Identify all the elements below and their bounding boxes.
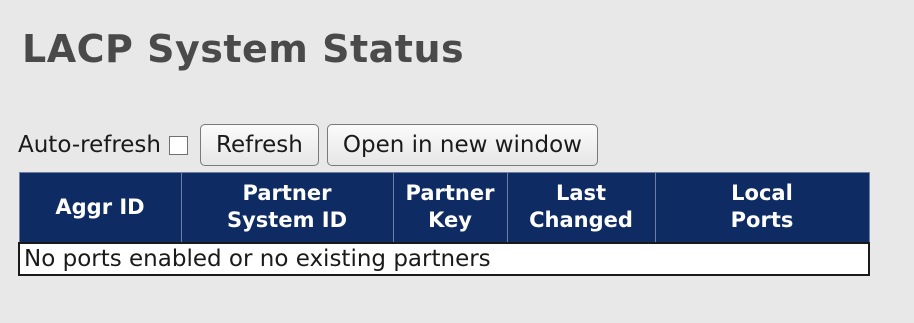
column-header-label: Local: [731, 181, 793, 206]
column-header-partner-key: Partner Key: [392, 172, 508, 243]
column-header-local-ports: Local Ports: [654, 172, 870, 243]
column-header-last-changed: Last Changed: [506, 172, 656, 243]
column-header-label: Last: [555, 181, 607, 206]
lacp-status-table: Aggr ID Partner System ID Partner Key La…: [18, 172, 870, 276]
column-header-partner-system-id: Partner System ID: [180, 172, 394, 243]
column-header-label: Ports: [730, 208, 794, 233]
column-header-label: Aggr ID: [55, 194, 145, 219]
auto-refresh-label: Auto-refresh: [18, 132, 161, 158]
auto-refresh-checkbox[interactable]: [169, 135, 188, 155]
column-header-label: Partner: [242, 181, 332, 206]
page-title: LACP System Status: [22, 27, 465, 71]
column-header-label: Key: [428, 208, 472, 233]
column-header-aggr-id: Aggr ID: [18, 172, 182, 243]
toolbar: Auto-refresh Refresh Open in new window: [18, 124, 606, 166]
table-header-row: Aggr ID Partner System ID Partner Key La…: [18, 172, 870, 243]
column-header-label: Changed: [529, 208, 633, 233]
column-header-label: Partner: [405, 181, 495, 206]
open-new-window-button[interactable]: Open in new window: [326, 124, 598, 166]
refresh-button[interactable]: Refresh: [200, 124, 319, 166]
table-row: No ports enabled or no existing partners: [18, 241, 870, 276]
empty-table-message: No ports enabled or no existing partners: [18, 241, 870, 276]
column-header-label: System ID: [226, 208, 348, 233]
